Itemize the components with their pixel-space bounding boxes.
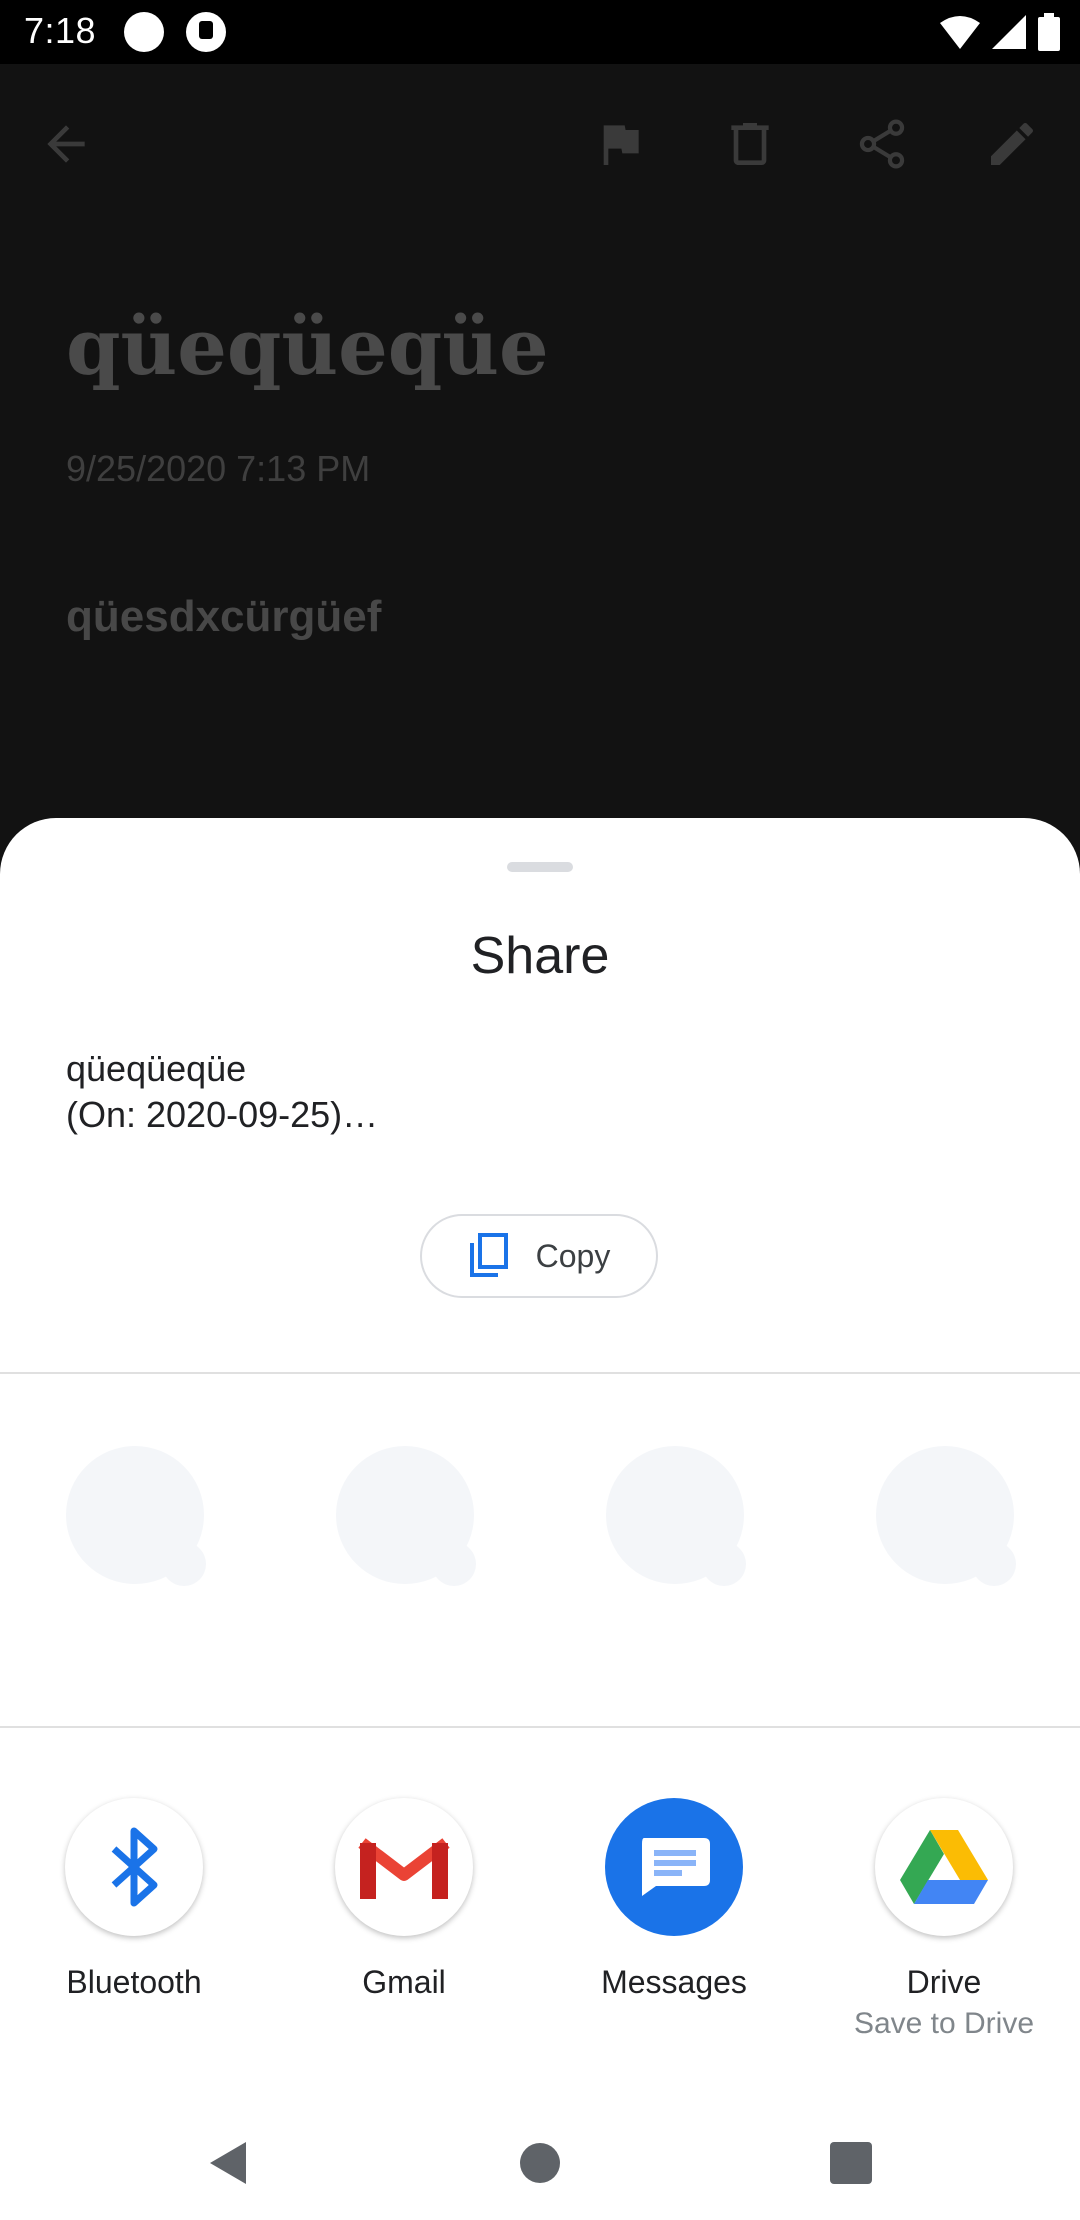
- note-title: qüeqüeqüe: [66, 302, 549, 393]
- share-icon[interactable]: [854, 116, 910, 172]
- notification-icon: [124, 12, 164, 52]
- app-notification-icon: [186, 12, 226, 52]
- signal-icon: [992, 15, 1026, 49]
- nav-home-icon[interactable]: [515, 2138, 565, 2188]
- share-target-label: Gmail: [362, 1964, 446, 2000]
- edit-icon[interactable]: [984, 116, 1040, 172]
- note-body: qüesdxcürgüef: [66, 592, 382, 641]
- battery-icon: [1038, 13, 1060, 51]
- direct-share-placeholder: [876, 1446, 1016, 1586]
- share-target-bluetooth[interactable]: Bluetooth: [24, 1798, 244, 2001]
- direct-share-placeholder: [606, 1446, 746, 1586]
- back-arrow-icon[interactable]: [38, 116, 94, 172]
- share-preview-text: qüeqüeqüe (On: 2020-09-25)…: [66, 1046, 378, 1138]
- copy-label: Copy: [535, 1237, 611, 1274]
- bluetooth-icon: [65, 1798, 203, 1936]
- direct-share-placeholder: [66, 1446, 206, 1586]
- wifi-icon: [940, 16, 980, 49]
- note-date: 9/25/2020 7:13 PM: [66, 448, 371, 489]
- share-target-gmail[interactable]: Gmail: [294, 1798, 514, 2001]
- direct-share-placeholder: [336, 1446, 476, 1586]
- status-time: 7:18: [24, 10, 97, 51]
- status-icons: [940, 12, 1060, 52]
- copy-icon: [469, 1233, 508, 1277]
- share-sheet: Share qüeqüeqüe (On: 2020-09-25)… Copy B…: [0, 818, 1080, 2220]
- nav-recents-icon[interactable]: [826, 2138, 876, 2188]
- share-target-label: Drive: [906, 1964, 982, 2000]
- navigation-bar: [0, 2108, 1080, 2220]
- drag-handle[interactable]: [507, 862, 573, 872]
- trash-icon[interactable]: [722, 116, 778, 172]
- preview-line-2: (On: 2020-09-25)…: [66, 1094, 379, 1135]
- share-target-label: Messages: [601, 1964, 747, 2000]
- share-target-messages[interactable]: Messages: [564, 1798, 784, 2001]
- messages-icon: [605, 1798, 743, 1936]
- preview-line-1: qüeqüeqüe: [66, 1048, 247, 1089]
- status-bar: 7:18: [0, 0, 1080, 64]
- nav-back-icon[interactable]: [204, 2138, 254, 2188]
- share-target-label: Bluetooth: [66, 1964, 202, 2000]
- app-toolbar: [0, 64, 1080, 224]
- share-target-sublabel: Save to Drive: [853, 2007, 1035, 2040]
- share-target-drive[interactable]: Drive Save to Drive: [834, 1798, 1054, 2041]
- drive-icon: [875, 1798, 1013, 1936]
- divider: [0, 1372, 1080, 1374]
- sheet-title: Share: [470, 927, 610, 985]
- copy-button[interactable]: Copy: [420, 1214, 658, 1298]
- divider: [0, 1726, 1080, 1728]
- gmail-icon: [335, 1798, 473, 1936]
- flag-icon[interactable]: [592, 116, 648, 172]
